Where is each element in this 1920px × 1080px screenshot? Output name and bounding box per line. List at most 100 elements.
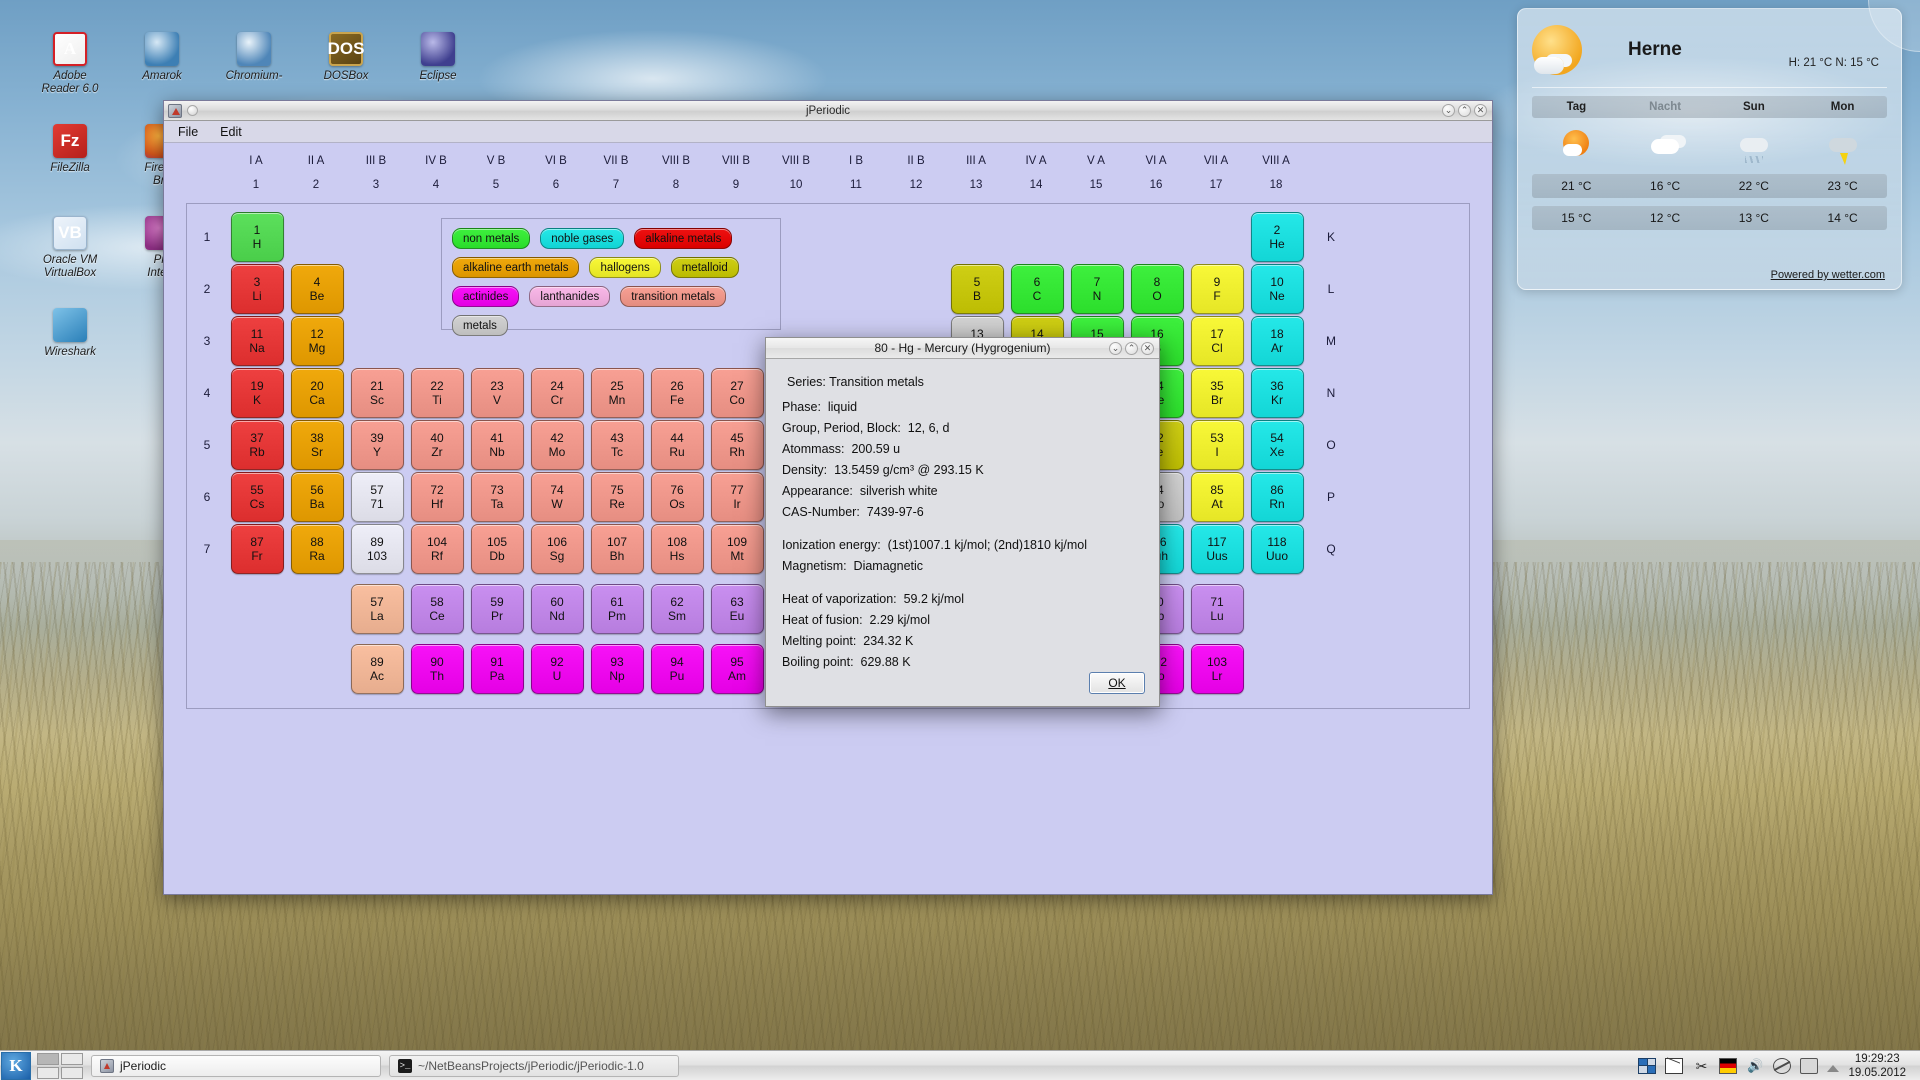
- element-cell[interactable]: 76 Os: [650, 472, 704, 522]
- element-cell[interactable]: 89 103: [350, 524, 404, 574]
- element-cell[interactable]: 37 Rb: [230, 420, 284, 470]
- element-cell[interactable]: 71 Lu: [1190, 584, 1244, 634]
- desktop-icon[interactable]: Fz FileZilla: [24, 116, 116, 208]
- element-cell[interactable]: 89 Ac: [350, 644, 404, 694]
- element-cell[interactable]: 11 Na: [230, 316, 284, 366]
- element-cell[interactable]: 10 Ne: [1250, 264, 1304, 314]
- element-cell[interactable]: 86 Rn: [1250, 472, 1304, 522]
- element-cell[interactable]: 93 Np: [590, 644, 644, 694]
- element-cell[interactable]: 59 Pr: [470, 584, 524, 634]
- element-cell[interactable]: 44 Ru: [650, 420, 704, 470]
- desktop-pager[interactable]: [37, 1052, 83, 1079]
- element-cell[interactable]: 75 Re: [590, 472, 644, 522]
- weather-widget[interactable]: Herne H: 21 °C N: 15 °C Tag Nacht Sun Mon 2…: [1517, 8, 1902, 290]
- element-cell[interactable]: 41 Nb: [470, 420, 524, 470]
- element-cell[interactable]: 55 Cs: [230, 472, 284, 522]
- element-cell[interactable]: 36 Kr: [1250, 368, 1304, 418]
- element-cell[interactable]: 87 Fr: [230, 524, 284, 574]
- element-cell[interactable]: 63 Eu: [710, 584, 764, 634]
- element-cell[interactable]: 95 Am: [710, 644, 764, 694]
- legend-item[interactable]: alkaline earth metals: [452, 257, 580, 278]
- element-cell[interactable]: 1H: [230, 212, 284, 262]
- klipper-icon[interactable]: ✂: [1692, 1058, 1710, 1074]
- legend-item[interactable]: metalloid: [670, 257, 739, 278]
- element-cell[interactable]: 72 Hf: [410, 472, 464, 522]
- pager-desktop-1[interactable]: [37, 1052, 59, 1065]
- dialog-titlebar[interactable]: 80 - Hg - Mercury (Hygrogenium) ⌄ ⌃ ✕: [766, 338, 1159, 359]
- element-cell[interactable]: 19 K: [230, 368, 284, 418]
- element-cell[interactable]: 17 Cl: [1190, 316, 1244, 366]
- legend-item[interactable]: lanthanides: [529, 286, 611, 307]
- element-cell[interactable]: 117 Uus: [1190, 524, 1244, 574]
- network-icon[interactable]: [1773, 1057, 1792, 1074]
- element-cell[interactable]: 74 W: [530, 472, 584, 522]
- pager-desktop-4[interactable]: [61, 1066, 83, 1079]
- element-cell[interactable]: 73 Ta: [470, 472, 524, 522]
- element-cell[interactable]: 38 Sr: [290, 420, 344, 470]
- show-hidden-icon[interactable]: [1827, 1064, 1840, 1072]
- element-cell[interactable]: 85 At: [1190, 472, 1244, 522]
- element-cell[interactable]: 7N: [1070, 264, 1124, 314]
- pager-desktop-3[interactable]: [37, 1066, 59, 1079]
- element-cell[interactable]: 8O: [1130, 264, 1184, 314]
- element-cell[interactable]: 24 Cr: [530, 368, 584, 418]
- element-cell[interactable]: 6C: [1010, 264, 1064, 314]
- element-cell[interactable]: 45 Rh: [710, 420, 764, 470]
- element-cell[interactable]: 2 He: [1250, 212, 1304, 262]
- element-cell[interactable]: 40 Zr: [410, 420, 464, 470]
- element-cell[interactable]: 25 Mn: [590, 368, 644, 418]
- legend-item[interactable]: noble gases: [540, 228, 625, 249]
- menu-item-file[interactable]: File: [174, 124, 202, 140]
- element-cell[interactable]: 103 Lr: [1190, 644, 1244, 694]
- printer-icon[interactable]: [1800, 1057, 1819, 1074]
- element-cell[interactable]: 22 Ti: [410, 368, 464, 418]
- volume-icon[interactable]: 🔊: [1746, 1058, 1764, 1074]
- menu-item-edit[interactable]: Edit: [216, 124, 246, 140]
- element-cell[interactable]: 56 Ba: [290, 472, 344, 522]
- legend-item[interactable]: metals: [452, 315, 508, 336]
- element-cell[interactable]: 53 I: [1190, 420, 1244, 470]
- element-cell[interactable]: 90 Th: [410, 644, 464, 694]
- element-cell[interactable]: 92 U: [530, 644, 584, 694]
- weather-source-link[interactable]: Powered by wetter.com: [1771, 269, 1885, 281]
- element-cell[interactable]: 58 Ce: [410, 584, 464, 634]
- task-button-terminal[interactable]: >_ ~/NetBeansProjects/jPeriodic/jPeriodi…: [389, 1054, 679, 1077]
- element-cell[interactable]: 23 V: [470, 368, 524, 418]
- element-cell[interactable]: 77 Ir: [710, 472, 764, 522]
- element-cell[interactable]: 91 Pa: [470, 644, 524, 694]
- element-cell[interactable]: 43 Tc: [590, 420, 644, 470]
- element-cell[interactable]: 35 Br: [1190, 368, 1244, 418]
- legend-item[interactable]: transition metals: [620, 286, 726, 307]
- desktop-icon[interactable]: A Adobe Reader 6.0: [24, 24, 116, 116]
- element-cell[interactable]: 88 Ra: [290, 524, 344, 574]
- element-cell[interactable]: 26 Fe: [650, 368, 704, 418]
- desktop-icon[interactable]: Wireshark: [24, 300, 116, 392]
- element-cell[interactable]: 5B: [950, 264, 1004, 314]
- kmenu-button[interactable]: K: [1, 1051, 31, 1080]
- element-cell[interactable]: 57 La: [350, 584, 404, 634]
- clock[interactable]: 19:29:23 19.05.2012: [1848, 1052, 1910, 1080]
- element-cell[interactable]: 12 Mg: [290, 316, 344, 366]
- element-cell[interactable]: 4 Be: [290, 264, 344, 314]
- element-cell[interactable]: 61 Pm: [590, 584, 644, 634]
- element-cell[interactable]: 107 Bh: [590, 524, 644, 574]
- element-cell[interactable]: 60 Nd: [530, 584, 584, 634]
- element-cell[interactable]: 106 Sg: [530, 524, 584, 574]
- legend-item[interactable]: hallogens: [589, 257, 661, 278]
- element-cell[interactable]: 42 Mo: [530, 420, 584, 470]
- legend-item[interactable]: alkaline metals: [634, 228, 733, 249]
- pager-desktop-2[interactable]: [61, 1052, 83, 1065]
- element-cell[interactable]: 39 Y: [350, 420, 404, 470]
- element-cell[interactable]: 27 Co: [710, 368, 764, 418]
- keyboard-layout-de-icon[interactable]: [1719, 1057, 1738, 1074]
- mail-icon[interactable]: [1665, 1057, 1684, 1074]
- element-cell[interactable]: 108 Hs: [650, 524, 704, 574]
- element-cell[interactable]: 3 Li: [230, 264, 284, 314]
- task-button-jperiodic[interactable]: jPeriodic: [91, 1054, 381, 1077]
- ok-button[interactable]: OK: [1089, 672, 1145, 694]
- element-info-dialog[interactable]: 80 - Hg - Mercury (Hygrogenium) ⌄ ⌃ ✕ Se…: [765, 337, 1160, 707]
- element-cell[interactable]: 20 Ca: [290, 368, 344, 418]
- legend-item[interactable]: actinides: [452, 286, 520, 307]
- pager-icon[interactable]: [1638, 1057, 1657, 1074]
- element-cell[interactable]: 94 Pu: [650, 644, 704, 694]
